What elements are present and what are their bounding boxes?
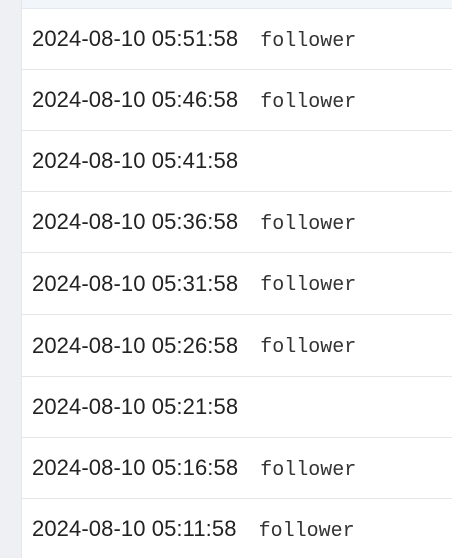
row-timestamp: 2024-08-10 05:36:58 [32, 209, 239, 234]
row-role: follower [260, 29, 357, 53]
list-item: 2024-08-10 05:26:58 follower [22, 315, 452, 377]
list-item: 2024-08-10 05:21:58 [22, 377, 452, 438]
row-timestamp: 2024-08-10 05:51:58 [32, 26, 239, 51]
row-timestamp: 2024-08-10 05:11:58 [32, 516, 237, 541]
row-timestamp: 2024-08-10 05:21:58 [32, 394, 239, 419]
log-panel: 2024-08-10 05:51:58 follower 2024-08-10 … [21, 0, 452, 558]
list-item: 2024-08-10 05:31:58 follower [22, 253, 452, 315]
list-item: 2024-08-10 05:51:58 follower [22, 9, 452, 70]
list-item: 2024-08-10 05:11:58 follower [22, 499, 452, 558]
row-role: follower [260, 212, 357, 236]
row-timestamp: 2024-08-10 05:31:58 [32, 270, 239, 296]
row-timestamp: 2024-08-10 05:26:58 [32, 332, 239, 358]
list-item: 2024-08-10 05:46:58 follower [22, 70, 452, 131]
row-role: follower [260, 274, 357, 297]
left-gutter [0, 0, 21, 558]
list-item: 2024-08-10 05:16:58 follower [22, 438, 452, 499]
log-page: 2024-08-10 05:51:58 follower 2024-08-10 … [0, 0, 452, 558]
row-role: follower [260, 90, 357, 114]
panel-top-strip [22, 0, 452, 9]
row-role: follower [260, 336, 357, 359]
list-item: 2024-08-10 05:36:58 follower [22, 192, 452, 253]
row-role: follower [260, 458, 357, 482]
row-timestamp: 2024-08-10 05:16:58 [32, 455, 239, 480]
log-list: 2024-08-10 05:51:58 follower 2024-08-10 … [22, 9, 452, 558]
row-timestamp: 2024-08-10 05:46:58 [32, 87, 239, 112]
row-timestamp: 2024-08-10 05:41:58 [32, 148, 239, 173]
list-item: 2024-08-10 05:41:58 [22, 131, 452, 192]
row-role: follower [258, 519, 355, 543]
